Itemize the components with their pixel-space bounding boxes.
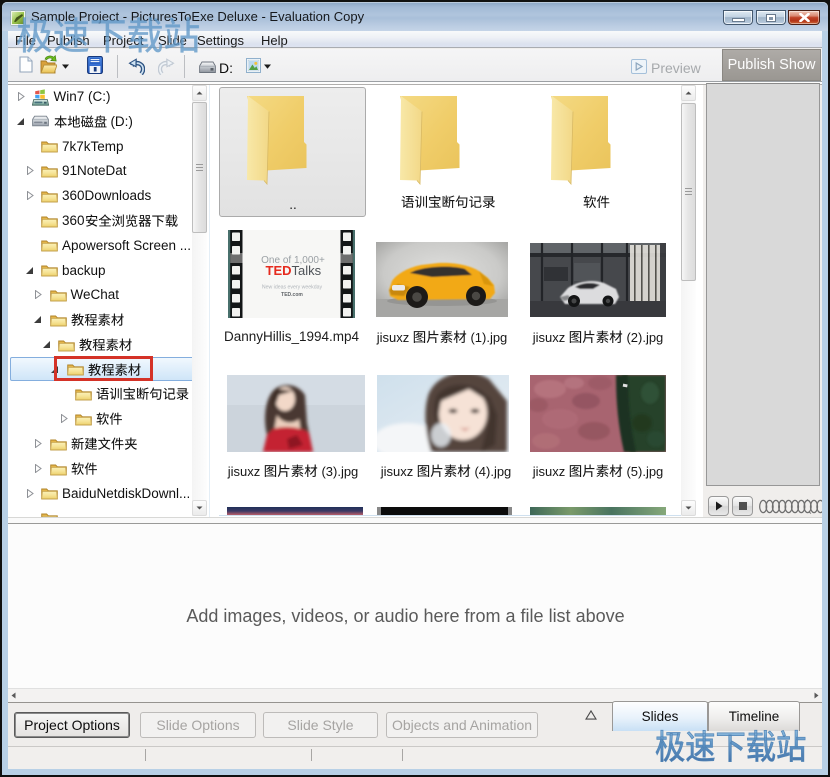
svg-text:Talks: Talks (292, 263, 322, 278)
svg-text:New ideas every weekday: New ideas every weekday (262, 285, 323, 291)
svg-text:TED: TED (266, 263, 292, 278)
svg-text:TED.com: TED.com (281, 292, 303, 298)
